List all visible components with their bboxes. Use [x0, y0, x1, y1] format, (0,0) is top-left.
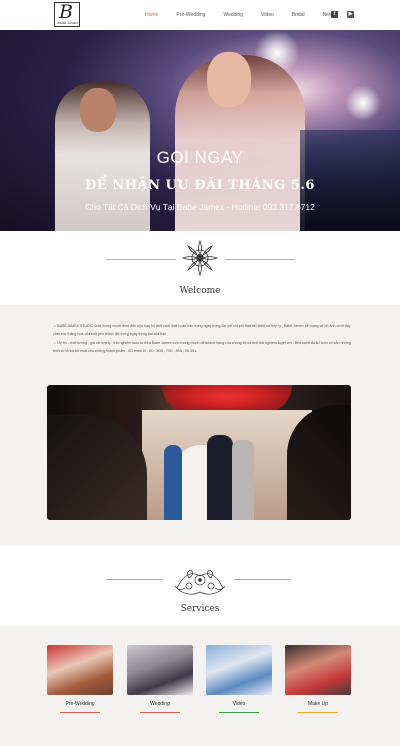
service-image[interactable] [206, 645, 272, 695]
groom-head [80, 88, 116, 132]
service-underline [60, 712, 100, 713]
service-pre-wedding[interactable]: Pre-Wedding [47, 645, 113, 713]
divider-right [234, 579, 290, 580]
camera-foreground [47, 415, 147, 520]
services-title: Services [180, 604, 220, 614]
nav-bridal[interactable]: Bridal [283, 0, 314, 30]
main-nav: Home Pre-Wedding Wedding Video Bridal Ne… [136, 0, 344, 30]
welcome-section: Welcome [0, 231, 400, 305]
nav-home[interactable]: Home [136, 0, 167, 30]
hero-title: GỌI NGAY [156, 148, 244, 167]
stage-light [345, 85, 381, 121]
site-logo[interactable]: B BABE JAMEX [54, 1, 80, 27]
service-underline [140, 712, 180, 713]
nav-pre-wedding[interactable]: Pre-Wedding [167, 0, 214, 30]
welcome-text: ☼ BABEJAMEX STUDIO luôn mong muốn đem đế… [53, 322, 353, 356]
logo-letter: B [59, 1, 73, 23]
groom-suit [207, 435, 233, 520]
flower-ornament-icon [181, 239, 219, 277]
service-label[interactable]: Wedding [127, 701, 193, 707]
nav-video[interactable]: Video [252, 0, 283, 30]
flower-bouquet-icon [174, 569, 226, 595]
site-header: B BABE JAMEX Home Pre-Wedding Wedding Vi… [0, 0, 400, 30]
hero-banner: GỌI NGAY ĐỂ NHẬN ƯU ĐÃI THÁNG 5.6 Cho Tấ… [0, 30, 400, 231]
hero-promo: ĐỂ NHẬN ƯU ĐÃI THÁNG 5.6 [85, 178, 315, 193]
nav-news[interactable]: News [314, 0, 345, 30]
service-image[interactable] [127, 645, 193, 695]
welcome-paragraph: ☼ Uy tín , chất lượng , giá cả hợp lý , … [53, 341, 351, 353]
service-make-up[interactable]: Make Up [285, 645, 351, 713]
divider-right [225, 259, 295, 260]
facebook-icon[interactable]: f [331, 11, 338, 18]
youtube-icon[interactable]: ▶ [347, 11, 354, 18]
flower-arch [162, 385, 292, 413]
services-section: Services [0, 546, 400, 626]
hero-subtitle: Cho Tất Cả Dịch Vụ Tại Babe Jamex - Hotl… [85, 202, 315, 212]
service-video[interactable]: Video [206, 645, 272, 713]
service-label[interactable]: Make Up [285, 701, 351, 707]
guest-right [232, 440, 254, 520]
guest-left [164, 445, 182, 520]
service-label[interactable]: Video [206, 701, 272, 707]
service-underline [298, 712, 338, 713]
bride-head [207, 52, 251, 107]
service-label[interactable]: Pre-Wedding [47, 701, 113, 707]
logo-subtext: BABE JAMEX [57, 21, 79, 25]
divider-left [106, 579, 162, 580]
service-wedding[interactable]: Wedding [127, 645, 193, 713]
service-underline [219, 712, 259, 713]
service-image[interactable] [47, 645, 113, 695]
nav-wedding[interactable]: Wedding [214, 0, 252, 30]
welcome-paragraph: ☼ BABEJAMEX STUDIO luôn mong muốn đem đế… [53, 324, 351, 336]
wedding-photo [47, 385, 351, 520]
divider-left [106, 259, 176, 260]
service-image[interactable] [285, 645, 351, 695]
welcome-title: Welcome [179, 286, 221, 296]
